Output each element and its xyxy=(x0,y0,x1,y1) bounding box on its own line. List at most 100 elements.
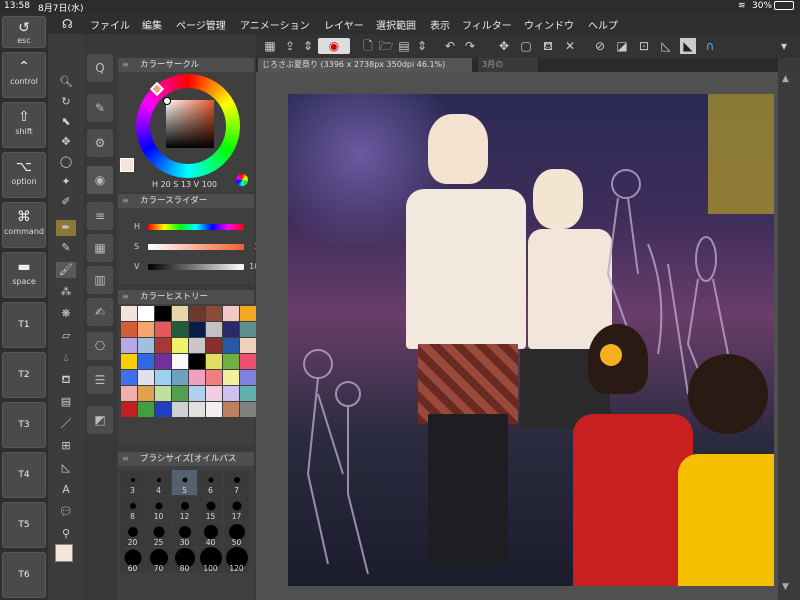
panel-menu-icon[interactable]: ≡ xyxy=(122,58,129,72)
color-swatch[interactable] xyxy=(172,386,188,401)
brush-size-cell[interactable]: 8 xyxy=(120,496,145,521)
brush-size-cell[interactable]: 100 xyxy=(198,547,223,573)
color-swatch[interactable] xyxy=(138,370,154,385)
operation-tool-icon[interactable]: ⬉ xyxy=(56,114,76,130)
menu-view[interactable]: 表示 xyxy=(430,17,450,32)
color-swatch[interactable] xyxy=(121,322,137,337)
hue-slider[interactable] xyxy=(148,224,244,230)
color-swatch[interactable] xyxy=(189,306,205,321)
clear-icon[interactable]: ▢ xyxy=(518,38,534,54)
brush-tool-icon[interactable]: 🖌︎ xyxy=(56,262,76,278)
color-swatch[interactable] xyxy=(240,322,256,337)
color-swatch[interactable] xyxy=(189,402,205,417)
grid-icon[interactable]: ▦ xyxy=(262,38,278,54)
ruler-tool-icon[interactable]: ◺ xyxy=(56,460,76,476)
hue-slider-row[interactable]: H 20 xyxy=(134,222,272,232)
subtool-slider-icon[interactable]: ≡ xyxy=(87,202,113,230)
value-slider[interactable] xyxy=(148,264,244,270)
subtool-navigator-icon[interactable]: ◩ xyxy=(87,406,113,434)
brush-size-cell[interactable]: 7 xyxy=(224,470,249,495)
menu-selection[interactable]: 選択範囲 xyxy=(376,17,416,32)
brush-size-cell[interactable]: 30 xyxy=(172,522,197,547)
gradient-tool-icon[interactable]: ▤ xyxy=(56,394,76,410)
snap-grid-icon[interactable]: ∩ xyxy=(702,38,718,54)
brush-size-cell[interactable]: 15 xyxy=(198,496,223,521)
color-swatch[interactable] xyxy=(206,322,222,337)
correction-tool-icon[interactable]: ⚲ xyxy=(56,526,76,542)
undo-icon[interactable]: ↶ xyxy=(442,38,458,54)
export-icon[interactable]: ⇪ xyxy=(282,38,298,54)
option-button[interactable]: ⌥ option xyxy=(2,152,46,198)
color-swatch[interactable] xyxy=(155,354,171,369)
eyedropper-icon[interactable]: ✐ xyxy=(56,194,76,210)
color-swatch[interactable] xyxy=(240,338,256,353)
brush-size-cell[interactable]: 70 xyxy=(146,548,171,573)
figure-tool-icon[interactable]: ／ xyxy=(56,416,76,432)
color-swatch[interactable] xyxy=(189,354,205,369)
subtool-settings-icon[interactable]: ⚙ xyxy=(87,129,113,157)
menu-edit[interactable]: 編集 xyxy=(142,17,162,32)
brush-size-cell[interactable]: 25 xyxy=(146,522,171,547)
color-swatch[interactable] xyxy=(155,370,171,385)
control-button[interactable]: ⌃ control xyxy=(2,52,46,98)
transform-icon[interactable]: ✥ xyxy=(496,38,512,54)
brush-size-cell[interactable]: 17 xyxy=(224,496,249,521)
color-swatch[interactable] xyxy=(155,402,171,417)
color-swatch[interactable] xyxy=(121,354,137,369)
vertical-scrollbar[interactable]: ▲ ▼ xyxy=(778,72,800,600)
panel-menu-icon[interactable]: ≡ xyxy=(122,290,129,304)
color-swatch[interactable] xyxy=(206,338,222,353)
color-swatch[interactable] xyxy=(138,306,154,321)
color-swatch[interactable] xyxy=(121,306,137,321)
subtool-stack-icon[interactable]: ☰ xyxy=(87,366,113,394)
subtool-colorwheel-icon[interactable]: ◉ xyxy=(87,166,113,194)
color-swatch[interactable] xyxy=(223,386,239,401)
color-swatch[interactable] xyxy=(240,306,256,321)
color-swatch[interactable] xyxy=(206,402,222,417)
balloon-tool-icon[interactable]: 💬︎ xyxy=(56,504,76,520)
save-icon[interactable]: ▤ xyxy=(396,38,412,54)
color-mode-icon[interactable] xyxy=(236,174,248,186)
menu-window[interactable]: ウィンドウ xyxy=(524,17,574,32)
color-swatch[interactable] xyxy=(206,354,222,369)
subtool-palette-icon[interactable]: ▥ xyxy=(87,266,113,294)
lasso-icon[interactable]: ◯ xyxy=(56,154,76,170)
t1-button[interactable]: T1 xyxy=(2,302,46,348)
color-swatch[interactable] xyxy=(121,386,137,401)
color-swatch[interactable] xyxy=(240,354,256,369)
color-swatch[interactable] xyxy=(172,338,188,353)
color-swatch[interactable] xyxy=(121,402,137,417)
color-swatch[interactable] xyxy=(240,386,256,401)
color-swatch[interactable] xyxy=(189,338,205,353)
tab-other[interactable]: 3月の xyxy=(478,58,538,72)
esc-button[interactable]: ↺ esc xyxy=(2,16,46,48)
canvas-artwork[interactable] xyxy=(288,94,774,586)
saturation-value-square[interactable] xyxy=(166,100,214,148)
menu-file[interactable]: ファイル xyxy=(90,17,130,32)
blend-tool-icon[interactable]: 💧︎ xyxy=(56,350,76,366)
color-swatch[interactable] xyxy=(189,370,205,385)
fill-tool-icon[interactable]: ⛾ xyxy=(56,372,76,388)
color-swatch[interactable] xyxy=(155,306,171,321)
brush-size-cell[interactable]: 3 xyxy=(120,470,145,495)
color-swatch[interactable] xyxy=(172,370,188,385)
color-swatch[interactable] xyxy=(138,402,154,417)
subtool-zoom-icon[interactable]: Q xyxy=(87,54,113,82)
color-swatch[interactable] xyxy=(155,386,171,401)
scroll-up-icon[interactable]: ▲ xyxy=(782,74,789,84)
fill-icon[interactable]: ⛾ xyxy=(540,38,556,54)
shift-button[interactable]: ⇧ shift xyxy=(2,102,46,148)
color-swatch[interactable] xyxy=(223,322,239,337)
color-swatch[interactable] xyxy=(138,354,154,369)
snap-ruler-icon[interactable]: ◣ xyxy=(680,38,696,54)
csp-logo-icon[interactable]: ☊ xyxy=(62,17,73,31)
color-swatch[interactable] xyxy=(206,370,222,385)
ruler-snap-icon[interactable]: ◺ xyxy=(658,38,674,54)
main-color-swatch[interactable] xyxy=(55,544,73,562)
sv-marker[interactable] xyxy=(163,97,171,105)
redo-icon[interactable]: ↷ xyxy=(462,38,478,54)
decoration-icon[interactable]: ❋ xyxy=(56,306,76,322)
brush-size-cell[interactable]: 6 xyxy=(198,470,223,495)
menu-help[interactable]: ヘルプ xyxy=(588,17,618,32)
subtool-pencil-icon[interactable]: ✎ xyxy=(87,94,113,122)
